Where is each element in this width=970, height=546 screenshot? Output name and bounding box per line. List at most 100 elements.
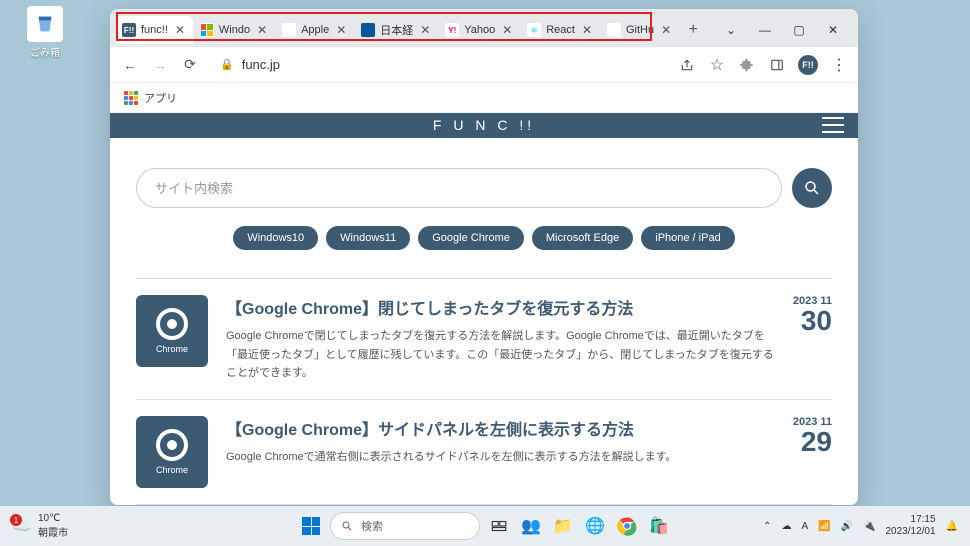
forward-button[interactable]: →	[150, 55, 170, 75]
article-item[interactable]: Chrome 【Google Chrome】サイドパネルを左側に表示する方法 Goo…	[136, 400, 832, 505]
browser-window: F!! func!! ✕ Windo ✕ Apple ✕ 日本経 ✕ Y! Yahoo ✕ ⚛ React…	[110, 9, 858, 505]
browser-tab[interactable]: Y! Yahoo ✕	[439, 16, 520, 44]
tab-close-button[interactable]: ✕	[255, 23, 269, 37]
browser-tab[interactable]: Windo ✕	[194, 16, 275, 44]
url-input[interactable]: 🔒 func.jp	[210, 57, 668, 72]
thumbnail-caption: Chrome	[156, 465, 188, 475]
tab-title: Windo	[219, 24, 250, 36]
article-item[interactable]: Chrome 【Google Chrome】閉じてしまったタブを復元する方法 Goo…	[136, 279, 832, 400]
tab-close-button[interactable]: ✕	[173, 23, 187, 37]
site-search-input[interactable]: サイト内検索	[136, 168, 782, 208]
apps-grid-icon[interactable]	[124, 91, 138, 105]
article-description: Google Chromeで通常右側に表示されるサイドパネルを左側に表示する方法…	[226, 448, 775, 467]
lock-icon: 🔒	[220, 58, 234, 71]
browser-tab[interactable]: 日本経 ✕	[355, 16, 438, 44]
apps-label[interactable]: アプリ	[144, 90, 177, 106]
profile-badge[interactable]: F!!	[798, 55, 818, 75]
close-window-button[interactable]: ✕	[824, 23, 842, 37]
extensions-icon[interactable]	[738, 56, 756, 74]
tab-close-button[interactable]: ✕	[659, 23, 673, 37]
tray-chevron-icon[interactable]: ⌃	[763, 521, 771, 532]
tab-favicon: F!!	[122, 23, 136, 37]
tab-title: GitHu	[626, 24, 654, 36]
tab-title: Yahoo	[464, 24, 495, 36]
tab-close-button[interactable]: ✕	[334, 23, 348, 37]
window-controls: ⌄ ― ▢ ✕	[722, 23, 852, 37]
tab-title: Apple	[301, 24, 329, 36]
new-tab-button[interactable]: +	[680, 21, 706, 39]
address-bar: ← → ⟳ 🔒 func.jp ☆ F!! ⋮	[110, 47, 858, 83]
category-tag[interactable]: Windows11	[326, 226, 410, 250]
taskbar-app-teams[interactable]: 👥	[518, 513, 544, 539]
tab-favicon	[200, 23, 214, 37]
chrome-icon	[156, 429, 188, 461]
tab-title: 日本経	[380, 22, 413, 38]
browser-tab[interactable]: F!! func!! ✕	[116, 16, 193, 44]
tab-title: React	[546, 24, 575, 36]
maximize-button[interactable]: ▢	[790, 23, 808, 37]
browser-tab[interactable]: GitHu ✕	[601, 16, 679, 44]
tray-wifi-icon[interactable]: 📶	[818, 521, 830, 532]
notifications-icon[interactable]: 🔔	[946, 521, 958, 532]
taskbar-app-chrome[interactable]	[614, 513, 640, 539]
article-date: 2023 1130	[793, 295, 832, 383]
task-view-icon[interactable]	[486, 513, 512, 539]
browser-tab[interactable]: Apple ✕	[276, 16, 354, 44]
chrome-icon	[156, 308, 188, 340]
taskbar-search[interactable]: 検索	[330, 512, 480, 540]
category-tag[interactable]: Google Chrome	[418, 226, 524, 250]
window-dropdown-icon[interactable]: ⌄	[722, 23, 740, 37]
article-title: 【Google Chrome】閉じてしまったタブを復元する方法	[226, 295, 775, 319]
article-thumbnail: Chrome	[136, 416, 208, 488]
tab-bar: F!! func!! ✕ Windo ✕ Apple ✕ 日本経 ✕ Y! Yahoo ✕ ⚛ React…	[110, 9, 858, 47]
tab-close-button[interactable]: ✕	[500, 23, 514, 37]
recycle-bin[interactable]: ごみ箱	[20, 6, 70, 59]
article-title: 【Google Chrome】サイドパネルを左側に表示する方法	[226, 416, 775, 440]
article-description: Google Chromeで閉じてしまったタブを復元する方法を解説します。Goo…	[226, 327, 775, 383]
tray-volume-icon[interactable]: 🔊	[841, 521, 853, 532]
weather-city: 朝霞市	[38, 524, 68, 539]
thumbnail-caption: Chrome	[156, 344, 188, 354]
favorite-icon[interactable]: ☆	[708, 56, 726, 74]
tab-title: func!!	[141, 24, 168, 36]
bookmarks-bar: アプリ	[110, 83, 858, 113]
category-tag[interactable]: iPhone / iPad	[641, 226, 734, 250]
taskbar-clock[interactable]: 17:15 2023/12/01	[885, 514, 935, 538]
site-search-button[interactable]	[792, 168, 832, 208]
tray-ime-icon[interactable]: A	[801, 521, 808, 532]
site-brand: F U N C !!	[433, 117, 535, 133]
recycle-bin-label: ごみ箱	[20, 44, 70, 59]
tray-onedrive-icon[interactable]: ☁	[781, 521, 791, 532]
recycle-bin-icon	[27, 6, 63, 42]
back-button[interactable]: ←	[120, 55, 140, 75]
hamburger-menu[interactable]	[822, 117, 844, 133]
weather-widget[interactable]: ☁️ 1 10℃ 朝霞市	[12, 513, 68, 539]
category-tag[interactable]: Windows10	[233, 226, 318, 250]
weather-temp: 10℃	[38, 513, 68, 524]
weather-alert-badge: 1	[10, 514, 22, 526]
minimize-button[interactable]: ―	[756, 23, 774, 37]
tab-close-button[interactable]: ✕	[580, 23, 594, 37]
tab-favicon: ⚛	[527, 23, 541, 37]
reload-button[interactable]: ⟳	[180, 55, 200, 75]
sidepanel-icon[interactable]	[768, 56, 786, 74]
taskbar-app-edge[interactable]: 🌐	[582, 513, 608, 539]
article-date: 2023 1129	[793, 416, 832, 488]
tab-favicon	[361, 23, 375, 37]
taskbar-app-store[interactable]: 🛍️	[646, 513, 672, 539]
tab-favicon	[607, 23, 621, 37]
category-tag[interactable]: Microsoft Edge	[532, 226, 633, 250]
menu-icon[interactable]: ⋮	[830, 56, 848, 74]
taskbar-app-explorer[interactable]: 📁	[550, 513, 576, 539]
browser-tab[interactable]: ⚛ React ✕	[521, 16, 600, 44]
article-thumbnail: Chrome	[136, 295, 208, 367]
tab-close-button[interactable]: ✕	[418, 23, 432, 37]
tab-favicon: Y!	[445, 23, 459, 37]
page-content: F U N C !! サイト内検索 Windows10 Windows11 Goog…	[110, 113, 858, 505]
articles-list: Chrome 【Google Chrome】閉じてしまったタブを復元する方法 Goo…	[136, 278, 832, 505]
share-icon[interactable]	[678, 56, 696, 74]
tray-battery-icon[interactable]: 🔌	[863, 521, 875, 532]
site-header: F U N C !!	[110, 113, 858, 138]
tags-row: Windows10 Windows11 Google Chrome Microsoft…	[136, 226, 832, 250]
start-button[interactable]	[298, 513, 324, 539]
